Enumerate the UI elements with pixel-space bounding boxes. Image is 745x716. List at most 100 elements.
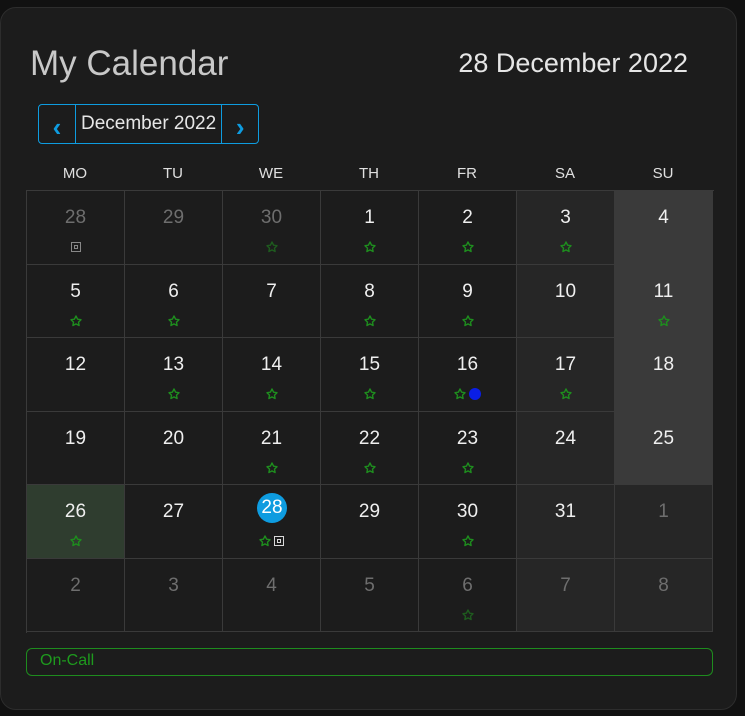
- day-cell[interactable]: 22: [321, 411, 419, 485]
- flower-icon: [265, 388, 278, 400]
- day-number: 16: [456, 354, 479, 375]
- day-number: 18: [652, 354, 675, 375]
- flower-icon: [363, 388, 376, 400]
- event-markers: [419, 239, 516, 255]
- day-cell[interactable]: 2: [419, 191, 517, 265]
- day-number: 3: [168, 574, 179, 596]
- flower-icon: [265, 461, 278, 474]
- day-number: 24: [554, 427, 577, 449]
- day-cell[interactable]: 18: [615, 338, 713, 412]
- day-cell[interactable]: 20: [125, 411, 223, 485]
- flower-icon: [559, 388, 572, 400]
- day-cell[interactable]: 10: [517, 264, 615, 338]
- flower-icon: [363, 241, 376, 253]
- day-number: 8: [364, 280, 375, 302]
- day-cell[interactable]: 21: [223, 411, 321, 485]
- day-number: 20: [162, 427, 185, 449]
- day-cell[interactable]: 3: [125, 558, 223, 632]
- day-cell[interactable]: 4: [223, 558, 321, 632]
- next-month-button[interactable]: ›: [221, 104, 260, 144]
- day-cell[interactable]: 26: [27, 485, 125, 559]
- event-markers: [321, 386, 418, 402]
- flower-icon: [363, 314, 376, 327]
- weekday-label: WE: [258, 165, 284, 182]
- event-markers: [419, 313, 516, 329]
- event-markers: [223, 386, 320, 402]
- event-markers: [321, 313, 418, 329]
- day-number: 26: [64, 501, 87, 522]
- day-number: 3: [560, 207, 571, 228]
- day-cell[interactable]: 15: [321, 338, 419, 412]
- day-number: 8: [658, 574, 669, 596]
- day-cell[interactable]: 1: [321, 191, 419, 265]
- day-number: 6: [462, 574, 473, 596]
- event-markers: [321, 239, 418, 255]
- day-cell[interactable]: 6: [419, 558, 517, 632]
- day-cell[interactable]: 8: [321, 264, 419, 338]
- day-cell[interactable]: 1: [615, 485, 713, 559]
- prev-month-button[interactable]: ‹: [38, 104, 76, 144]
- day-number: 30: [260, 207, 283, 228]
- day-cell[interactable]: 28: [223, 485, 321, 559]
- event-markers: [419, 386, 516, 402]
- event-markers: [27, 313, 124, 329]
- day-number: 29: [162, 207, 185, 228]
- day-cell[interactable]: 11: [615, 264, 713, 338]
- day-cell[interactable]: 2: [27, 558, 125, 632]
- weekday-label: TU: [163, 165, 183, 182]
- day-cell[interactable]: 17: [517, 338, 615, 412]
- event-markers: [27, 533, 124, 549]
- calendar-grid: 28 29 30 1 2 3 4 5 6 7 8 9 10 11 12 13 14 15 16 17 18 19 20 21 2…: [26, 190, 714, 633]
- day-number: 12: [64, 354, 87, 375]
- event-markers: [27, 239, 124, 255]
- day-cell[interactable]: 31: [517, 485, 615, 559]
- day-number: 5: [70, 280, 81, 302]
- day-cell[interactable]: 27: [125, 485, 223, 559]
- day-cell[interactable]: 5: [27, 264, 125, 338]
- day-cell[interactable]: 16: [419, 338, 517, 412]
- day-cell[interactable]: 30: [223, 191, 321, 265]
- day-cell[interactable]: 28: [27, 191, 125, 265]
- day-cell[interactable]: 7: [517, 558, 615, 632]
- day-cell[interactable]: 3: [517, 191, 615, 265]
- day-cell[interactable]: 7: [223, 264, 321, 338]
- day-number: 30: [456, 501, 479, 522]
- day-cell[interactable]: 25: [615, 411, 713, 485]
- flower-icon: [259, 535, 271, 547]
- day-number: 11: [653, 280, 674, 302]
- day-cell[interactable]: 29: [321, 485, 419, 559]
- day-number: 13: [162, 354, 185, 375]
- day-cell[interactable]: 4: [615, 191, 713, 265]
- day-cell[interactable]: 13: [125, 338, 223, 412]
- day-number: 2: [70, 574, 81, 596]
- month-navigator: ‹ December 2022 ›: [38, 104, 260, 144]
- day-cell[interactable]: 29: [125, 191, 223, 265]
- flower-icon: [265, 241, 278, 253]
- current-date-label: 28 December 2022: [458, 48, 688, 78]
- day-cell[interactable]: 9: [419, 264, 517, 338]
- weekday-header: MO TU WE TH FR SA SU: [26, 165, 712, 182]
- day-number: 19: [64, 427, 87, 449]
- day-cell[interactable]: 12: [27, 338, 125, 412]
- page-title: My Calendar: [30, 44, 229, 83]
- day-cell[interactable]: 24: [517, 411, 615, 485]
- oncall-legend-button[interactable]: On-Call: [26, 648, 713, 676]
- flower-icon: [461, 314, 474, 327]
- day-cell[interactable]: 5: [321, 558, 419, 632]
- day-cell[interactable]: 23: [419, 411, 517, 485]
- flower-icon: [167, 314, 180, 327]
- day-number: 15: [358, 354, 381, 375]
- day-cell[interactable]: 6: [125, 264, 223, 338]
- day-cell[interactable]: 14: [223, 338, 321, 412]
- flower-icon: [454, 388, 466, 400]
- day-cell[interactable]: 8: [615, 558, 713, 632]
- weekday-label: SU: [652, 165, 674, 182]
- flower-icon: [167, 388, 180, 400]
- day-number: 5: [364, 574, 375, 596]
- day-number: 17: [554, 354, 577, 375]
- day-cell[interactable]: 30: [419, 485, 517, 559]
- square-icon: [274, 536, 284, 546]
- day-number: 1: [364, 207, 375, 228]
- day-cell[interactable]: 19: [27, 411, 125, 485]
- month-label[interactable]: December 2022: [76, 104, 222, 144]
